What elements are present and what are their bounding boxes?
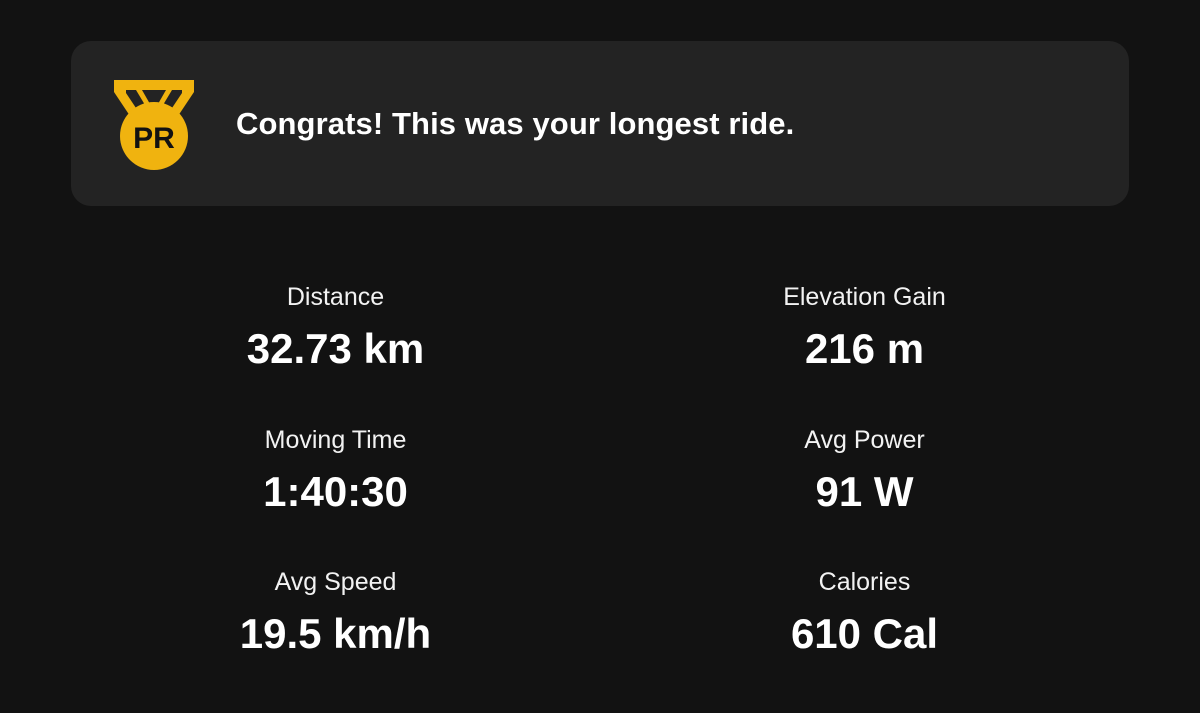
stat-label: Calories (818, 568, 911, 596)
stat-avg-speed: Avg Speed 19.5 km/h (71, 557, 600, 659)
pr-medal-icon: PR (114, 80, 194, 170)
stats-grid: Distance 32.73 km Elevation Gain 216 m M… (71, 272, 1129, 672)
stat-value: 1:40:30 (263, 468, 408, 515)
stat-value: 91 W (815, 468, 914, 515)
pr-badge-text: PR (133, 122, 175, 155)
stat-calories: Calories 610 Cal (600, 557, 1129, 659)
pr-banner: PR Congrats! This was your longest ride. (71, 41, 1129, 206)
stat-label: Distance (286, 283, 385, 311)
stat-label: Elevation Gain (783, 283, 946, 311)
stat-avg-power: Avg Power 91 W (600, 415, 1129, 517)
stat-moving-time: Moving Time 1:40:30 (71, 415, 600, 517)
stat-value: 19.5 km/h (239, 610, 432, 657)
stat-value: 610 Cal (790, 610, 939, 657)
stat-value: 216 m (804, 325, 925, 372)
pr-message: Congrats! This was your longest ride. (236, 105, 795, 141)
stat-label: Avg Power (804, 426, 925, 454)
stat-distance: Distance 32.73 km (71, 272, 600, 374)
stat-label: Avg Speed (274, 568, 397, 596)
stat-elevation-gain: Elevation Gain 216 m (600, 272, 1129, 374)
stat-label: Moving Time (264, 426, 407, 454)
stat-value: 32.73 km (246, 325, 425, 372)
